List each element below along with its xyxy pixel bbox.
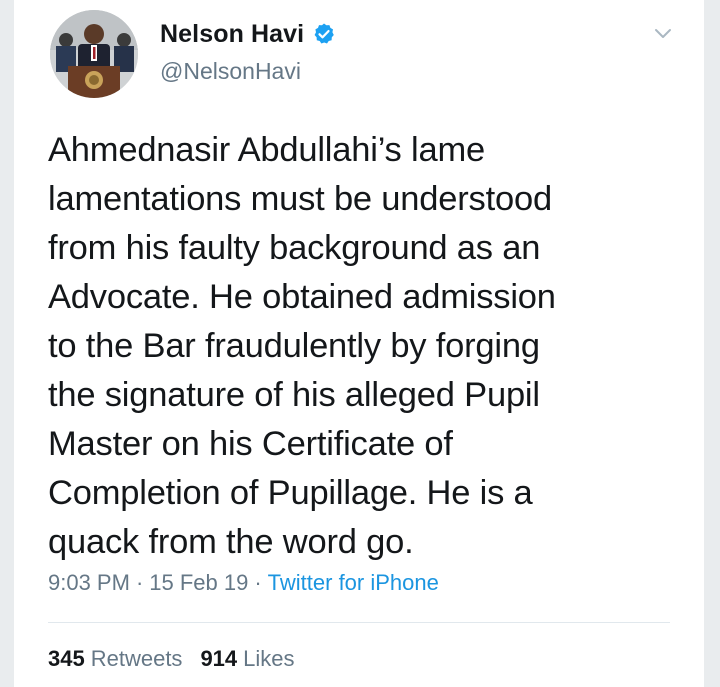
divider bbox=[48, 622, 670, 623]
engagement-stats: 345 Retweets 914 Likes bbox=[48, 646, 313, 672]
name-row: Nelson Havi bbox=[160, 14, 336, 54]
tweet-date[interactable]: 15 Feb 19 bbox=[149, 570, 248, 596]
chevron-down-icon[interactable] bbox=[652, 22, 674, 44]
tweet-time[interactable]: 9:03 PM bbox=[48, 570, 130, 596]
tweet-source-link[interactable]: Twitter for iPhone bbox=[268, 570, 439, 596]
verified-badge-icon bbox=[312, 22, 336, 46]
retweets-label[interactable]: Retweets bbox=[91, 646, 183, 672]
display-name[interactable]: Nelson Havi bbox=[160, 20, 304, 49]
meta-separator: · bbox=[254, 570, 262, 595]
user-handle[interactable]: @NelsonHavi bbox=[160, 58, 301, 85]
avatar[interactable] bbox=[50, 10, 138, 98]
tweet-meta: 9:03 PM · 15 Feb 19 · Twitter for iPhone bbox=[48, 570, 439, 596]
retweets-count[interactable]: 345 bbox=[48, 646, 85, 672]
profile-photo bbox=[50, 10, 138, 98]
meta-separator: · bbox=[135, 570, 144, 595]
tweet-card: Nelson Havi @NelsonHavi Ahmednasir Abdul… bbox=[14, 0, 704, 687]
tweet-text: Ahmednasir Abdullahi’s lame lamentations… bbox=[48, 131, 556, 561]
screenshot-frame: Nelson Havi @NelsonHavi Ahmednasir Abdul… bbox=[0, 0, 720, 687]
likes-label[interactable]: Likes bbox=[243, 646, 294, 672]
likes-count[interactable]: 914 bbox=[200, 646, 237, 672]
